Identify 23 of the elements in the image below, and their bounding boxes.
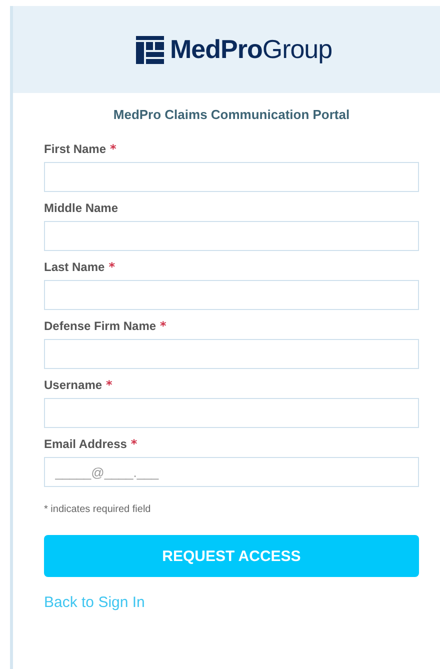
field-label: Last Name <box>44 260 105 274</box>
input-field[interactable] <box>44 398 419 428</box>
input-field[interactable] <box>44 162 419 192</box>
required-mark: * <box>110 142 116 156</box>
field-label: Defense Firm Name <box>44 319 156 333</box>
field-label: Email Address <box>44 437 127 451</box>
required-mark: * <box>130 437 138 451</box>
field-label: Username <box>44 378 102 392</box>
request-access-button[interactable]: REQUEST ACCESS <box>44 535 419 577</box>
logo-text: MedProGroup <box>170 34 332 65</box>
input-field[interactable] <box>44 280 419 310</box>
input-field[interactable]: _____@____.___ <box>44 457 419 487</box>
required-mark: * <box>160 319 166 333</box>
required-mark: * <box>106 378 112 392</box>
logo-icon <box>136 36 164 64</box>
required-note: * indicates required field <box>44 504 152 515</box>
input-field[interactable] <box>44 221 419 251</box>
field-label: Middle Name <box>44 201 118 215</box>
field-label: First Name <box>44 142 106 156</box>
required-mark: * <box>108 260 115 274</box>
portal-title: MedPro Claims Communication Portal <box>112 107 351 122</box>
input-field[interactable] <box>44 339 419 369</box>
back-link[interactable]: Back to Sign In <box>44 594 145 611</box>
